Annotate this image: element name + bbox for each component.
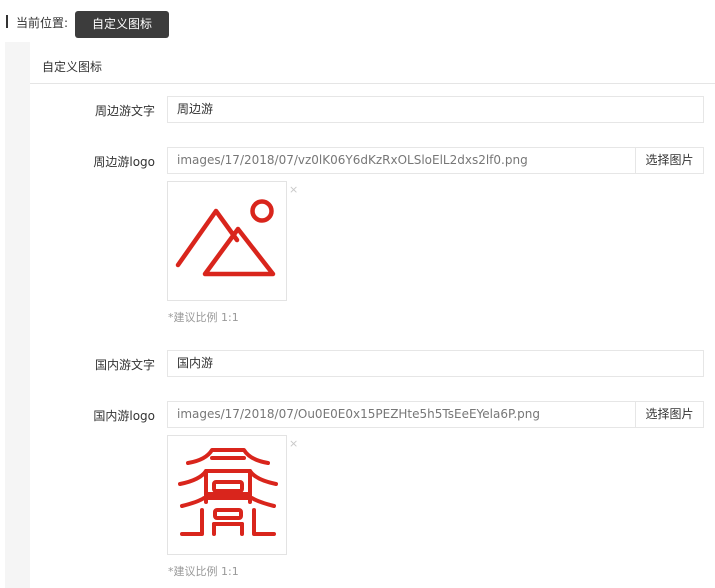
breadcrumb-current-button[interactable]: 自定义图标 [75,11,169,38]
nearby-logo-hint: *建议比例 1:1 [168,311,239,324]
pagoda-icon [178,448,278,536]
domestic-logo-hint: *建议比例 1:1 [168,565,239,578]
domestic-logo-preview [167,435,287,555]
breadcrumb-marker [6,15,8,28]
breadcrumb-label: 当前位置: [16,16,69,30]
nearby-text-input[interactable]: 周边游 [167,96,704,123]
card-divider [30,83,715,84]
domestic-logo-label: 国内游logo [93,409,155,423]
domestic-logo-select-button[interactable]: 选择图片 [635,401,704,428]
breadcrumb: 当前位置: 自定义图标 [0,0,715,42]
nearby-logo-select-button[interactable]: 选择图片 [635,147,704,174]
nearby-logo-path-input[interactable]: images/17/2018/07/vz0lK06Y6dKzRxOLSloElL… [167,147,636,174]
content-panel: 自定义图标 [5,42,715,588]
nearby-logo-label: 周边游logo [93,155,155,169]
domestic-text-input[interactable]: 国内游 [167,350,704,377]
form-card: 自定义图标 [30,42,715,588]
nearby-text-label: 周边游文字 [94,104,155,118]
nearby-logo-preview [167,181,287,301]
mountain-sun-icon [175,199,276,277]
card-title: 自定义图标 [42,60,103,74]
nearby-logo-close-icon[interactable]: × [289,184,298,195]
domestic-logo-close-icon[interactable]: × [289,438,298,449]
domestic-logo-path-input[interactable]: images/17/2018/07/Ou0E0E0x15PEZHte5h5TsE… [167,401,636,428]
domestic-text-label: 国内游文字 [94,358,155,372]
